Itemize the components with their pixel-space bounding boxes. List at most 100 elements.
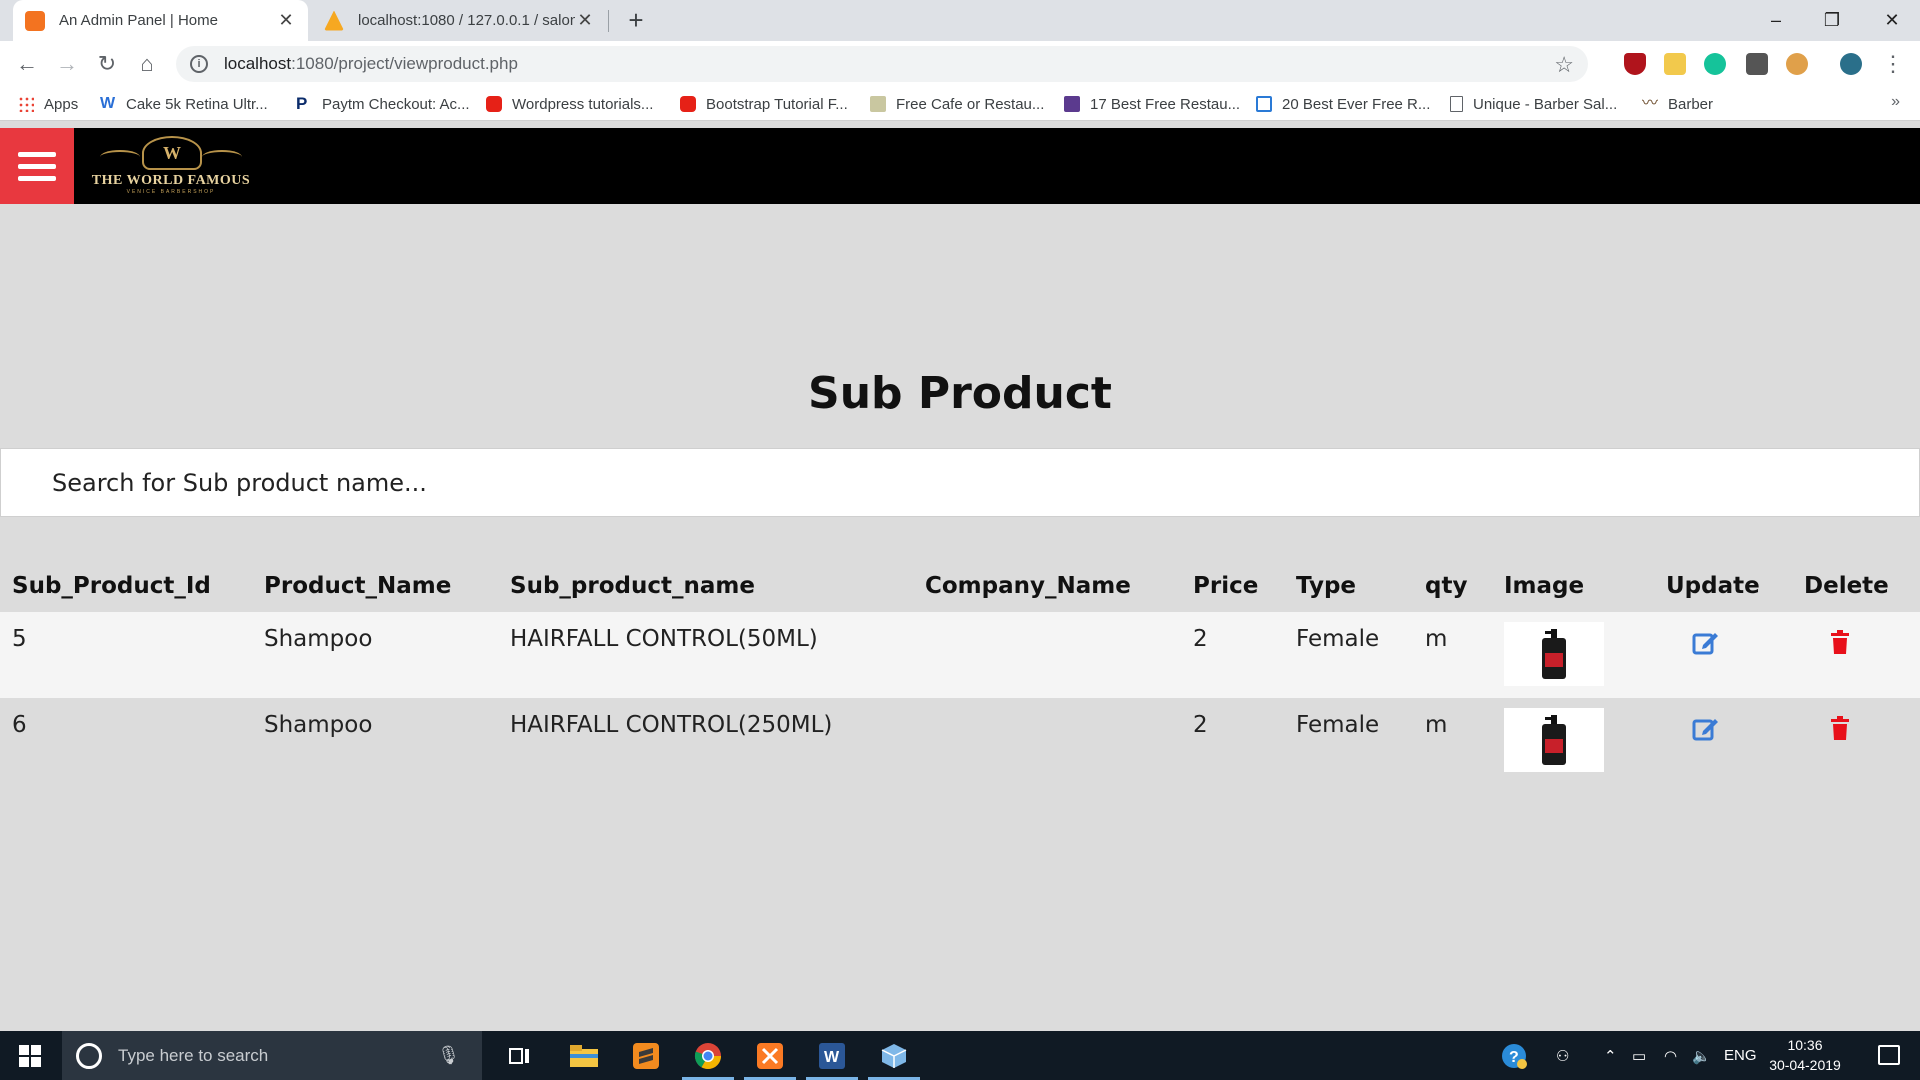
- column-header[interactable]: Image: [1492, 560, 1654, 612]
- cell-company-name: [913, 698, 1181, 784]
- cell-update: [1654, 612, 1792, 698]
- cortana-icon: [76, 1043, 102, 1069]
- cell-company-name: [913, 612, 1181, 698]
- bookmark-unique-barber[interactable]: Unique - Barber Sal...: [1450, 87, 1617, 121]
- battery-icon[interactable]: ▭: [1632, 1031, 1646, 1080]
- taskbar-search-box[interactable]: Type here to search 🎙: [62, 1031, 482, 1080]
- windows-logo-icon: [19, 1044, 41, 1067]
- column-header[interactable]: Product_Name: [252, 560, 498, 612]
- bookmark-label: 20 Best Ever Free R...: [1282, 95, 1431, 113]
- trash-icon[interactable]: [1830, 630, 1850, 660]
- forward-button[interactable]: →: [52, 49, 82, 79]
- svg-text:W: W: [824, 1049, 840, 1066]
- chevron-up-icon[interactable]: ⌃: [1604, 1031, 1617, 1080]
- menu-bar: [18, 151, 56, 157]
- bookmark-free-cafe[interactable]: Free Cafe or Restau...: [870, 87, 1044, 121]
- tab-title: An Admin Panel | Home: [59, 12, 218, 29]
- word-button[interactable]: W: [802, 1031, 862, 1080]
- column-header[interactable]: qty: [1413, 560, 1492, 612]
- cell-type: Female: [1284, 698, 1413, 784]
- file-explorer-button[interactable]: [554, 1031, 614, 1080]
- close-tab-icon[interactable]: ✕: [575, 10, 595, 31]
- column-header[interactable]: Type: [1284, 560, 1413, 612]
- grammarly-extension-icon[interactable]: [1704, 53, 1726, 75]
- column-header[interactable]: Sub_product_name: [498, 560, 913, 612]
- bookmark-cake[interactable]: W Cake 5k Retina Ultr...: [100, 87, 268, 121]
- tab-phpmyadmin[interactable]: localhost:1080 / 127.0.0.1 / salon ✕: [312, 0, 607, 41]
- back-button[interactable]: ←: [12, 49, 42, 79]
- cell-delete: [1792, 612, 1920, 698]
- sub-product-search-input[interactable]: [0, 448, 1920, 517]
- column-header[interactable]: Sub_Product_Id: [0, 560, 252, 612]
- table-row: 6 Shampoo HAIRFALL CONTROL(250ML) 2 Fema…: [0, 698, 1920, 784]
- close-tab-icon[interactable]: ✕: [276, 10, 296, 31]
- page-icon: [1450, 96, 1463, 112]
- cell-sub-product-id: 5: [0, 612, 252, 698]
- bookmark-17-best[interactable]: 17 Best Free Restau...: [1064, 87, 1240, 121]
- wifi-icon[interactable]: ◠: [1664, 1031, 1677, 1080]
- home-button[interactable]: ⌂: [132, 49, 162, 79]
- site-info-icon[interactable]: i: [190, 55, 208, 73]
- bookmark-paytm[interactable]: P Paytm Checkout: Ac...: [296, 87, 470, 121]
- address-bar[interactable]: i localhost:1080/project/viewproduct.php…: [176, 46, 1588, 82]
- tab-separator: [608, 10, 609, 32]
- site-frame-icon: [1256, 96, 1272, 112]
- column-header[interactable]: Price: [1181, 560, 1284, 612]
- bookmark-apps[interactable]: Apps: [18, 87, 78, 121]
- start-button[interactable]: [0, 1031, 60, 1080]
- column-header[interactable]: Update: [1654, 560, 1792, 612]
- menu-bar: [18, 163, 56, 169]
- more-bookmarks-icon[interactable]: »: [1891, 93, 1900, 111]
- trash-icon[interactable]: [1830, 716, 1850, 746]
- clock-date: 30-04-2019: [1769, 1057, 1841, 1073]
- virtualbox-button[interactable]: [864, 1031, 924, 1080]
- apps-grid-icon: [18, 96, 34, 112]
- close-window-button[interactable]: ✕: [1864, 0, 1920, 41]
- bookmark-label: Bootstrap Tutorial F...: [706, 95, 848, 113]
- microphone-icon[interactable]: 🎙: [437, 1045, 460, 1066]
- column-header[interactable]: Company_Name: [913, 560, 1181, 612]
- taskbar-clock[interactable]: 10:36 30-04-2019: [1760, 1035, 1850, 1075]
- sub-product-table: Sub_Product_Id Product_Name Sub_product_…: [0, 560, 1920, 784]
- action-center-icon[interactable]: [1878, 1045, 1900, 1065]
- bookmark-wordpress[interactable]: Wordpress tutorials...: [486, 87, 653, 121]
- cell-sub-product-id: 6: [0, 698, 252, 784]
- minimize-button[interactable]: –: [1748, 0, 1804, 41]
- new-tab-button[interactable]: +: [622, 6, 650, 34]
- bookmark-star-icon[interactable]: ☆: [1554, 52, 1574, 78]
- browser-menu-icon[interactable]: ⋮: [1878, 49, 1908, 79]
- column-header[interactable]: Delete: [1792, 560, 1920, 612]
- bookmark-barber[interactable]: 〰 Barber: [1642, 87, 1713, 121]
- barbershop-logo[interactable]: W THE WORLD FAMOUS VENICE BARBERSHOP: [86, 134, 256, 198]
- taskbar-search-placeholder: Type here to search: [118, 1045, 269, 1065]
- restore-button[interactable]: ❐: [1804, 0, 1860, 41]
- edit-icon[interactable]: [1692, 630, 1720, 662]
- language-indicator[interactable]: ENG: [1724, 1031, 1757, 1080]
- cell-image: [1492, 612, 1654, 698]
- people-icon[interactable]: ⚇: [1556, 1031, 1569, 1080]
- task-view-button[interactable]: [490, 1031, 550, 1080]
- browser-tabstrip: An Admin Panel | Home ✕ localhost:1080 /…: [0, 0, 1920, 41]
- ghostery-extension-icon[interactable]: [1746, 53, 1768, 75]
- shampoo-bottle-image: [1542, 715, 1566, 765]
- edit-icon[interactable]: [1692, 716, 1720, 748]
- cell-image: [1492, 698, 1654, 784]
- chrome-button[interactable]: [678, 1031, 738, 1080]
- cell-delete: [1792, 698, 1920, 784]
- hamburger-menu-button[interactable]: [0, 128, 74, 204]
- shield-extension-icon[interactable]: [1624, 53, 1646, 75]
- xampp-button[interactable]: [740, 1031, 800, 1080]
- tab-admin-panel[interactable]: An Admin Panel | Home ✕: [13, 0, 308, 41]
- reload-button[interactable]: ↻: [92, 49, 122, 79]
- profile-avatar[interactable]: [1840, 53, 1862, 75]
- help-icon[interactable]: ?: [1500, 1031, 1528, 1080]
- logo-crest-icon: W: [142, 136, 202, 170]
- eyedropper-extension-icon[interactable]: [1664, 53, 1686, 75]
- bookmark-20-best[interactable]: 20 Best Ever Free R...: [1256, 87, 1430, 121]
- sublime-text-button[interactable]: [616, 1031, 676, 1080]
- volume-icon[interactable]: 🔈: [1692, 1031, 1711, 1080]
- cookie-extension-icon[interactable]: [1786, 53, 1808, 75]
- bookmark-bootstrap[interactable]: Bootstrap Tutorial F...: [680, 87, 848, 121]
- bookmark-label: Unique - Barber Sal...: [1473, 95, 1618, 113]
- tab-title: localhost:1080 / 127.0.0.1 / salon: [358, 12, 575, 29]
